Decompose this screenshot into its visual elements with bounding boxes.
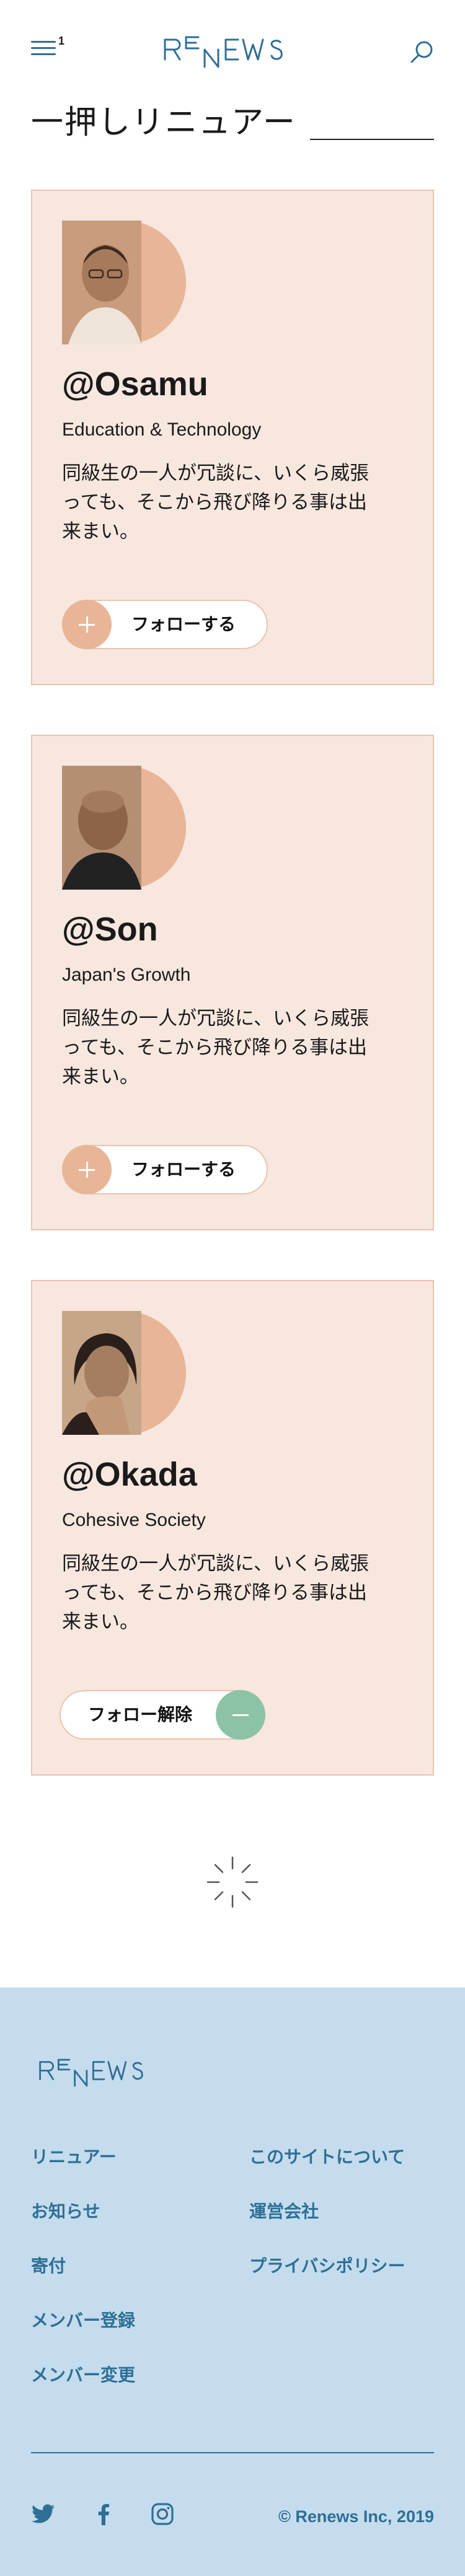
renews-logo[interactable] xyxy=(162,31,303,71)
follow-button-label: フォローする xyxy=(131,615,236,634)
notification-badge: 1 xyxy=(58,35,65,47)
avatar xyxy=(62,766,186,890)
footer-link-privacy[interactable]: プライバシポリシー xyxy=(249,2255,405,2277)
follow-button[interactable]: フォローする xyxy=(62,1145,268,1194)
plus-icon xyxy=(62,600,112,649)
user-handle[interactable]: @Son xyxy=(62,909,158,949)
search-icon[interactable] xyxy=(408,38,435,66)
footer-link-member-change[interactable]: メンバー変更 xyxy=(31,2364,135,2386)
footer-divider xyxy=(31,2452,434,2453)
hamburger-bar xyxy=(31,47,56,49)
page-title-section: 一押しリニュアー xyxy=(31,104,434,141)
footer-link-about[interactable]: このサイトについて xyxy=(249,2146,405,2168)
user-handle[interactable]: @Osamu xyxy=(62,364,208,404)
footer-link-donate[interactable]: 寄付 xyxy=(31,2255,66,2277)
instagram-icon[interactable] xyxy=(150,2502,175,2526)
footer-link-renewer[interactable]: リニュアー xyxy=(31,2146,117,2168)
footer-link-company[interactable]: 運営会社 xyxy=(249,2201,319,2223)
site-header: 1 一押しリニュアー xyxy=(0,0,465,141)
minus-icon xyxy=(216,1690,265,1740)
loading-spinner-icon xyxy=(206,1856,259,1908)
follow-button[interactable]: フォローする xyxy=(62,600,268,649)
facebook-icon[interactable] xyxy=(92,2502,117,2526)
footer-link-news[interactable]: お知らせ xyxy=(31,2201,100,2223)
renewer-card: @Son Japan's Growth 同級生の一人が冗談に、いくら威張っても、… xyxy=(31,735,434,1230)
user-handle[interactable]: @Okada xyxy=(62,1455,197,1494)
user-bio: 同級生の一人が冗談に、いくら威張っても、そこから飛び降りる事は出来まい。 xyxy=(62,1007,370,1087)
user-bio: 同級生の一人が冗談に、いくら威張っても、そこから飛び降りる事は出来まい。 xyxy=(62,1553,370,1632)
title-underline xyxy=(310,139,434,140)
user-category: Cohesive Society xyxy=(62,1510,206,1530)
page-title: 一押しリニュアー xyxy=(31,105,296,141)
unfollow-button[interactable]: フォロー解除 xyxy=(60,1690,265,1740)
unfollow-button-label: フォロー解除 xyxy=(88,1705,193,1724)
avatar xyxy=(62,1311,186,1435)
footer-logo[interactable] xyxy=(31,2054,167,2089)
hamburger-bar xyxy=(31,53,56,55)
plus-icon xyxy=(62,1145,112,1194)
renewer-card: @Okada Cohesive Society 同級生の一人が冗談に、いくら威張… xyxy=(31,1280,434,1776)
avatar xyxy=(62,221,186,344)
menu-button[interactable]: 1 xyxy=(31,35,65,61)
user-category: Japan's Growth xyxy=(62,965,191,985)
renewer-card: @Osamu Education & Technology 同級生の一人が冗談に… xyxy=(31,190,434,685)
footer-link-member-register[interactable]: メンバー登録 xyxy=(31,2310,135,2332)
follow-button-label: フォローする xyxy=(131,1160,236,1179)
twitter-icon[interactable] xyxy=(31,2502,56,2526)
copyright-text: © Renews Inc, 2019 xyxy=(278,2507,434,2526)
user-category: Education & Technology xyxy=(62,419,262,440)
user-bio: 同級生の一人が冗談に、いくら威張っても、そこから飛び降りる事は出来まい。 xyxy=(62,462,370,542)
hamburger-icon xyxy=(31,41,56,43)
site-footer: リニュアー お知らせ 寄付 メンバー登録 メンバー変更 このサイトについて 運営… xyxy=(0,1987,465,2576)
